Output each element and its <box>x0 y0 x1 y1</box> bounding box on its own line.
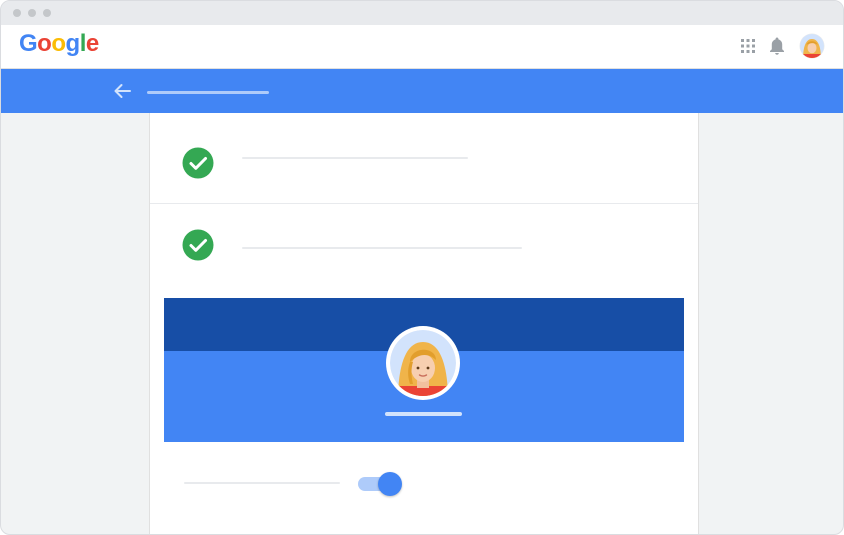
check-circle-icon <box>182 229 214 261</box>
window-close-dot[interactable] <box>13 9 21 17</box>
list-item-text-placeholder <box>242 157 468 159</box>
profile-name-placeholder <box>385 412 462 416</box>
notifications-bell-icon[interactable] <box>769 36 785 56</box>
list-item[interactable] <box>150 113 698 204</box>
content-card <box>149 113 699 534</box>
browser-window: Google <box>0 0 844 535</box>
profile-avatar[interactable] <box>386 326 460 400</box>
setting-label-placeholder <box>184 482 340 484</box>
apps-grid-icon[interactable] <box>741 39 755 53</box>
window-maximize-dot[interactable] <box>43 9 51 17</box>
window-titlebar <box>1 1 843 25</box>
account-avatar[interactable] <box>799 33 825 59</box>
toggle-thumb[interactable] <box>378 472 402 496</box>
profile-card <box>164 298 684 442</box>
window-minimize-dot[interactable] <box>28 9 36 17</box>
list-item[interactable] <box>150 207 698 297</box>
page-toolbar <box>1 69 843 113</box>
logo-letter: o <box>37 30 52 57</box>
check-circle-icon <box>182 147 214 179</box>
google-logo[interactable]: Google <box>19 29 99 59</box>
logo-letter: g <box>65 30 81 57</box>
logo-letter: o <box>51 30 66 57</box>
app-header: Google <box>1 25 843 69</box>
logo-letter: e <box>85 30 99 57</box>
list-item-text-placeholder <box>242 247 522 249</box>
arrow-left-icon[interactable] <box>113 83 131 99</box>
setting-toggle[interactable] <box>358 472 402 496</box>
page-title-placeholder <box>147 91 269 94</box>
logo-letter: G <box>19 30 38 57</box>
